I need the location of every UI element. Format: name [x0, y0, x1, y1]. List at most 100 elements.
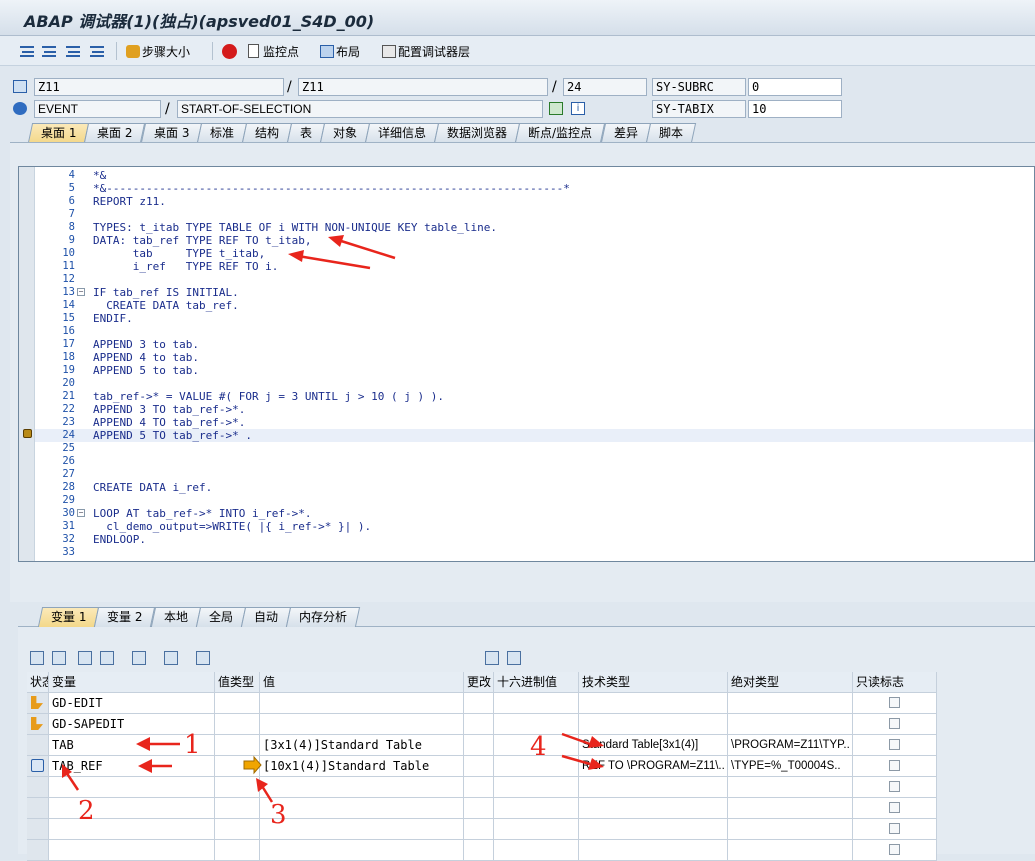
code-line[interactable]: 6 REPORT z11. — [35, 195, 1034, 208]
code-line[interactable]: 23 APPEND 4 TO tab_ref->*. — [35, 416, 1034, 429]
code-line[interactable]: 28 CREATE DATA i_ref. — [35, 481, 1034, 494]
column-header[interactable]: 绝对类型 — [728, 672, 853, 693]
value-cell[interactable] — [260, 798, 464, 819]
transfer-icon[interactable] — [164, 651, 178, 665]
tab-desktop-3[interactable]: 桌面 3 — [140, 123, 203, 143]
read-only-checkbox[interactable] — [889, 739, 900, 750]
column-header[interactable]: 变量 — [49, 672, 215, 693]
code-line[interactable]: 7 — [35, 208, 1034, 221]
column-header[interactable]: 十六进制值 — [494, 672, 579, 693]
tab-desktop-7[interactable]: 对象 — [320, 123, 371, 143]
stop-button[interactable] — [222, 42, 241, 60]
read-only-checkbox[interactable] — [889, 697, 900, 708]
read-only-checkbox[interactable] — [889, 823, 900, 834]
code-line[interactable]: 18 APPEND 4 to tab. — [35, 351, 1034, 364]
tab-variables-1[interactable]: 变量 1 — [37, 607, 100, 627]
sy-subrc-value[interactable]: 0 — [748, 78, 842, 96]
append-icon[interactable] — [78, 651, 92, 665]
variable-cell[interactable] — [49, 840, 215, 861]
code-line[interactable]: 15 ENDIF. — [35, 312, 1034, 325]
code-line[interactable]: 29 — [35, 494, 1034, 507]
row-selector[interactable] — [27, 840, 49, 861]
watchpoint-button[interactable]: 监控点 — [248, 42, 299, 60]
sy-tabix-value[interactable]: 10 — [748, 100, 842, 118]
value-cell[interactable] — [260, 840, 464, 861]
code-line[interactable]: 30− LOOP AT tab_ref->* INTO i_ref->*. — [35, 507, 1034, 520]
insert-icon[interactable] — [52, 651, 66, 665]
code-line[interactable]: 21 tab_ref->* = VALUE #( FOR j = 3 UNTIL … — [35, 390, 1034, 403]
table-row[interactable] — [27, 819, 967, 840]
value-cell[interactable] — [260, 777, 464, 798]
value-cell[interactable] — [260, 693, 464, 714]
tab-desktop-5[interactable]: 结构 — [242, 123, 293, 143]
code-line[interactable]: 4 *& — [35, 169, 1034, 182]
code-area[interactable]: 4 *& 5 *&----------------------------------… — [35, 167, 1034, 561]
delete-icon[interactable] — [30, 651, 44, 665]
code-line[interactable]: 13− IF tab_ref IS INITIAL. — [35, 286, 1034, 299]
tab-variables-3[interactable]: 本地 — [150, 607, 202, 627]
read-only-checkbox[interactable] — [889, 718, 900, 729]
read-only-checkbox[interactable] — [889, 802, 900, 813]
column-header[interactable]: 更改 — [464, 672, 494, 693]
column-header[interactable]: 技术类型 — [579, 672, 728, 693]
configure-layers-button[interactable]: 配置调试器层 — [382, 42, 470, 60]
source-icon[interactable] — [549, 102, 563, 115]
code-line[interactable]: 27 — [35, 468, 1034, 481]
tab-desktop-1[interactable]: 桌面 1 — [27, 123, 90, 143]
code-line[interactable]: 17 APPEND 3 to tab. — [35, 338, 1034, 351]
table-row[interactable] — [27, 798, 967, 819]
table-row[interactable]: TAB_REF [10x1(4)]Standard Table REF TO \PR… — [27, 756, 967, 777]
save-icon[interactable] — [485, 651, 499, 665]
code-line[interactable]: 10 tab TYPE t_itab, — [35, 247, 1034, 260]
tab-desktop-2[interactable]: 桌面 2 — [84, 123, 147, 143]
code-line[interactable]: 20 — [35, 377, 1034, 390]
sort-icon[interactable] — [132, 651, 146, 665]
import-icon[interactable] — [100, 651, 114, 665]
value-cell[interactable]: [10x1(4)]Standard Table — [260, 756, 464, 777]
variable-cell[interactable]: GD-EDIT — [49, 693, 215, 714]
source-code-editor[interactable]: 4 *& 5 *&----------------------------------… — [18, 166, 1035, 562]
code-line[interactable]: 24 APPEND 5 TO tab_ref->* . — [35, 429, 1034, 442]
code-line[interactable]: 26 — [35, 455, 1034, 468]
row-selector[interactable] — [27, 777, 49, 798]
row-selector[interactable] — [27, 798, 49, 819]
event-type-field[interactable]: EVENT — [34, 100, 161, 118]
value-cell[interactable] — [260, 714, 464, 735]
table-row[interactable] — [27, 777, 967, 798]
layout-button[interactable]: 布局 — [320, 42, 360, 60]
tab-desktop-8[interactable]: 详细信息 — [365, 123, 440, 143]
step-return-button[interactable] — [66, 42, 82, 60]
code-line[interactable]: 11 i_ref TYPE REF TO i. — [35, 260, 1034, 273]
step-size-button[interactable]: 步骤大小 — [126, 42, 190, 60]
code-line[interactable]: 19 APPEND 5 to tab. — [35, 364, 1034, 377]
breakpoint-gutter[interactable] — [19, 167, 35, 561]
code-line[interactable]: 16 — [35, 325, 1034, 338]
continue-button[interactable] — [90, 42, 106, 60]
column-header[interactable]: 只读标志 — [853, 672, 937, 693]
step-into-button[interactable] — [20, 42, 36, 60]
row-selector[interactable] — [27, 735, 49, 756]
row-selector[interactable] — [27, 693, 49, 714]
reference-status-icon[interactable] — [31, 759, 44, 772]
table-row[interactable]: GD-EDIT — [27, 693, 967, 714]
read-only-checkbox[interactable] — [889, 760, 900, 771]
tab-desktop-9[interactable]: 数据浏览器 — [434, 123, 521, 143]
line-field[interactable]: 24 — [563, 78, 647, 96]
step-over-button[interactable] — [42, 42, 58, 60]
tab-variables-5[interactable]: 自动 — [240, 607, 292, 627]
tab-desktop-11[interactable]: 差异 — [600, 123, 651, 143]
row-selector[interactable] — [27, 756, 49, 777]
tab-desktop-12[interactable]: 脚本 — [645, 123, 696, 143]
info-icon[interactable]: i — [571, 102, 585, 115]
tab-desktop-10[interactable]: 断点/监控点 — [515, 123, 606, 143]
row-selector[interactable] — [27, 714, 49, 735]
code-line[interactable]: 33 — [35, 546, 1034, 559]
code-line[interactable]: 12 — [35, 273, 1034, 286]
code-line[interactable]: 31 cl_demo_output=>WRITE( |{ i_ref->* }|… — [35, 520, 1034, 533]
tab-variables-2[interactable]: 变量 2 — [94, 607, 157, 627]
code-line[interactable]: 5 *&-------------------------------------… — [35, 182, 1034, 195]
code-line[interactable]: 22 APPEND 3 TO tab_ref->*. — [35, 403, 1034, 416]
settings-icon[interactable] — [507, 651, 521, 665]
tab-variables-4[interactable]: 全局 — [195, 607, 247, 627]
read-only-checkbox[interactable] — [889, 844, 900, 855]
